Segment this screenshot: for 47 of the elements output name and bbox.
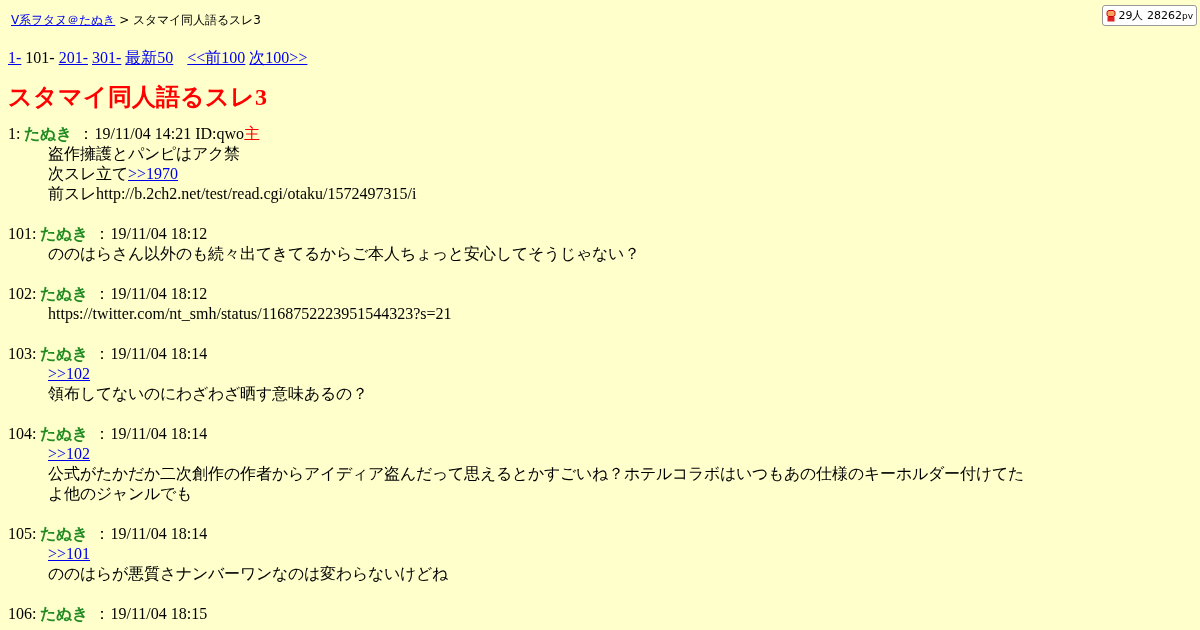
- page-link[interactable]: 1-: [8, 49, 22, 67]
- poster-name: たぬき: [40, 284, 89, 304]
- op-mark: 主: [244, 124, 261, 142]
- post-date: ：19/11/04 18:14: [94, 344, 208, 364]
- post-date: ：19/11/04 14:21 ID:qwo: [78, 124, 245, 144]
- board-link[interactable]: V系ヲタヌ＠たぬき: [11, 12, 116, 29]
- current-page: 101-: [25, 49, 55, 67]
- poster-name: たぬき: [40, 224, 89, 244]
- reply-link[interactable]: >>1970: [128, 165, 179, 182]
- post-text: 次スレ立て: [48, 165, 128, 182]
- post-text: ののはらが悪質さナンバーワンなのは変わらないけどね: [48, 565, 448, 582]
- reply-link[interactable]: >>102: [48, 365, 91, 382]
- page-link[interactable]: 201-: [58, 49, 88, 67]
- reply-link[interactable]: >>102: [48, 445, 91, 462]
- poster-name: たぬき: [40, 604, 89, 624]
- post-text: 領布してないのにわざわざ晒す意味あるの？: [48, 385, 368, 402]
- post-date: ：19/11/04 18:14: [94, 424, 208, 444]
- post-date: ：19/11/04 18:15: [94, 604, 208, 624]
- post-text: 公式がたかだか二次創作の作者からアイディア盗んだって思えるとかすごいね？ホテルコラボはいつもあの仕様のキーホルダー付けてたよ他のジャンルでも: [48, 465, 1024, 502]
- poster-name: たぬき: [40, 524, 89, 544]
- page-link[interactable]: 最新50: [125, 48, 174, 69]
- post-text: https://twitter.com/nt_smh/status/1168752223951544323?s=21: [48, 305, 452, 322]
- post-number: 104:: [8, 424, 37, 444]
- thread-title: スタマイ同人語るスレ3: [8, 83, 268, 112]
- poster-name: たぬき: [40, 344, 89, 364]
- post-date: ：19/11/04 18:12: [94, 224, 208, 244]
- post-number: 101:: [8, 224, 37, 244]
- post-number: 103:: [8, 344, 37, 364]
- post-date: ：19/11/04 18:14: [94, 524, 208, 544]
- reply-link[interactable]: >>101: [48, 545, 91, 562]
- post-number: 106:: [8, 604, 37, 624]
- post-text: ののはらさん以外のも続々出てきてるからご本人ちょっと安心してそうじゃない？: [48, 245, 640, 262]
- breadcrumb-current: スタマイ同人語るスレ3: [133, 12, 261, 29]
- page-link[interactable]: 次100>>: [249, 48, 308, 69]
- post-text: 前スレhttp://b.2ch2.net/test/read.cgi/otaku/1572497315/i: [48, 185, 417, 202]
- person-icon: [1106, 9, 1117, 22]
- breadcrumb-separator: >: [119, 13, 130, 27]
- post-number: 1:: [8, 124, 21, 144]
- poster-name: たぬき: [40, 424, 89, 444]
- post-number: 105:: [8, 524, 37, 544]
- post-date: ：19/11/04 18:12: [94, 284, 208, 304]
- page-link[interactable]: <<前100: [187, 48, 246, 69]
- post-text: 盗作擁護とパンピはアク禁: [48, 145, 240, 162]
- poster-name: たぬき: [24, 124, 73, 144]
- post-number: 102:: [8, 284, 37, 304]
- page-link[interactable]: 301-: [92, 49, 122, 67]
- counter-text: 29人 28262pv: [1118, 8, 1193, 23]
